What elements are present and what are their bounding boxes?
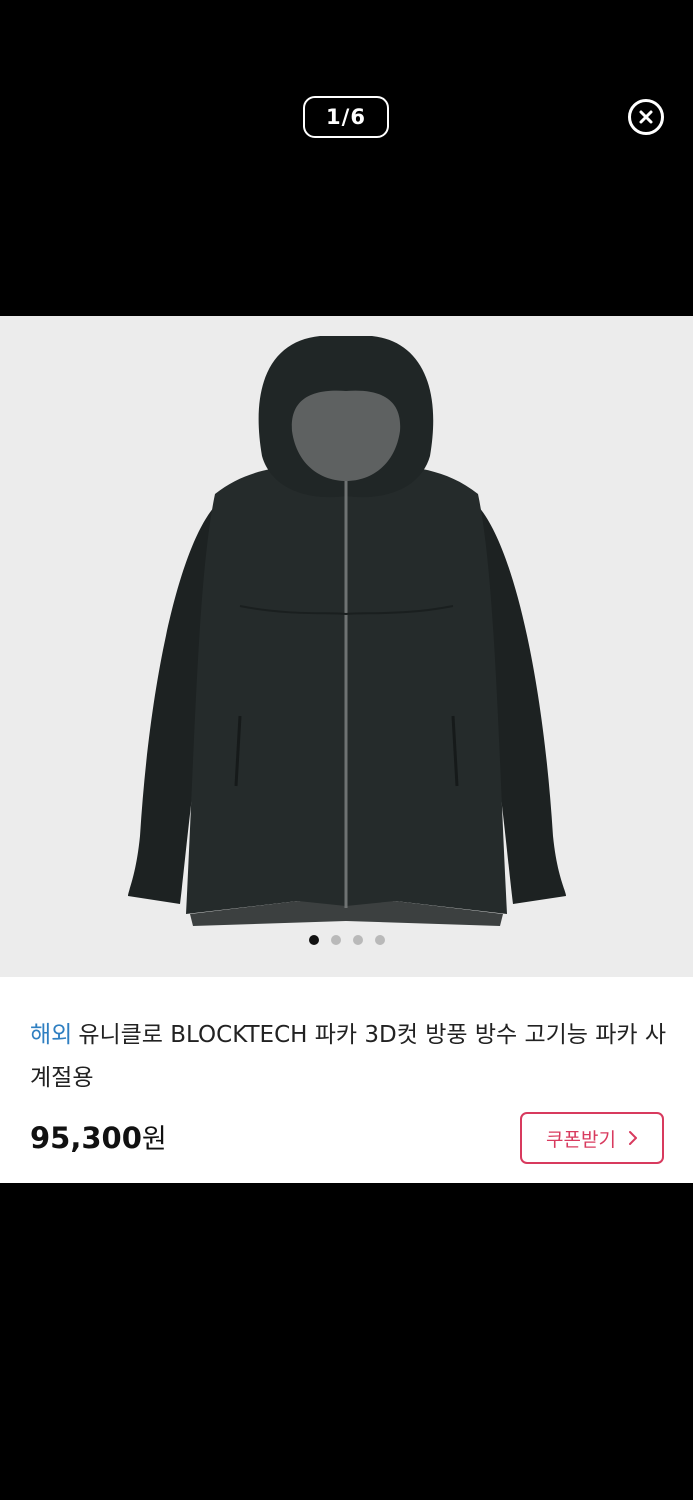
product-price: 95,300원 [30, 1117, 167, 1156]
get-coupon-button[interactable]: 쿠폰받기 [520, 1112, 664, 1164]
pagination-dot-1[interactable] [308, 935, 319, 945]
chevron-right-icon [628, 1131, 637, 1145]
product-image-viewer[interactable] [0, 316, 693, 977]
product-title-text: 유니클로 BLOCKTECH 파카 3D컷 방풍 방수 고기능 파카 사계절용 [30, 1022, 667, 1091]
jacket-image [128, 336, 566, 926]
origin-tag: 해외 [30, 1022, 73, 1048]
close-button[interactable] [628, 99, 664, 135]
image-pagination-dots [0, 933, 693, 947]
pagination-dot-4[interactable] [374, 935, 385, 945]
price-number: 95,300 [30, 1121, 142, 1155]
close-icon [639, 110, 653, 124]
product-title[interactable]: 해외 유니클로 BLOCKTECH 파카 3D컷 방풍 방수 고기능 파카 사계절… [30, 1014, 670, 1100]
product-info-panel[interactable]: 해외 유니클로 BLOCKTECH 파카 3D컷 방풍 방수 고기능 파카 사계절… [0, 977, 693, 1183]
pagination-dot-3[interactable] [352, 935, 363, 945]
image-counter: 1/6 [303, 96, 389, 138]
viewer-backdrop[interactable] [0, 1183, 693, 1500]
price-unit: 원 [141, 1124, 167, 1155]
pagination-dot-2[interactable] [330, 935, 341, 945]
coupon-label: 쿠폰받기 [546, 1128, 616, 1151]
